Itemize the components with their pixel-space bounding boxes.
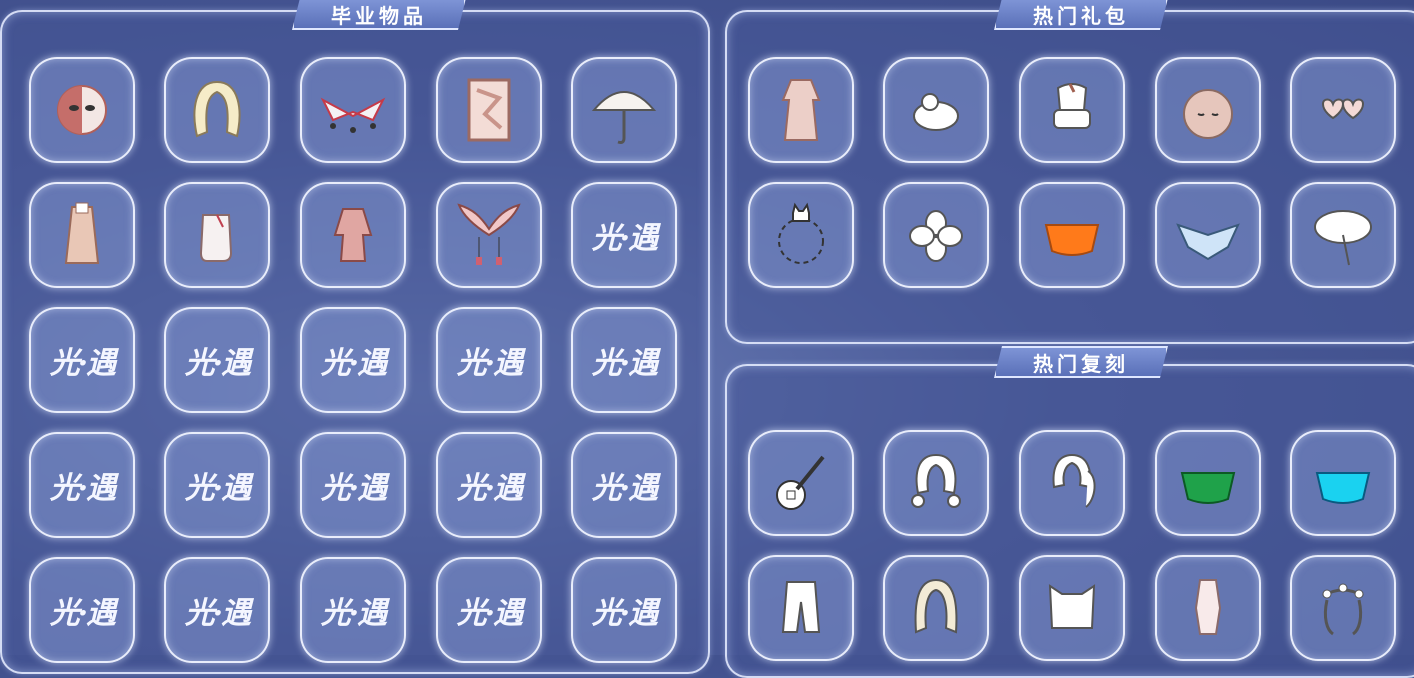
locked-placeholder-icon: 光·遇 [49, 346, 116, 381]
hat-icon [1053, 83, 1091, 129]
cat-halo-icon [778, 202, 824, 264]
locked-placeholder-icon: 光·遇 [184, 471, 251, 506]
graduation-item-slot[interactable] [571, 57, 677, 163]
graduation-item-slot-locked[interactable]: 光·遇 [164, 432, 270, 538]
rerun-item-slot[interactable] [1155, 555, 1261, 661]
locked-placeholder-icon: 光·遇 [591, 596, 658, 631]
locked-placeholder-icon: 光·遇 [320, 471, 387, 506]
cyan-cape-icon [1315, 472, 1371, 504]
locked-placeholder-icon: 光·遇 [591, 346, 658, 381]
graduation-item-slot-locked[interactable]: 光·遇 [571, 557, 677, 663]
outfit-icon [333, 208, 373, 262]
gift-item-slot[interactable] [883, 182, 989, 288]
gift-item-slot[interactable] [883, 57, 989, 163]
locked-placeholder-icon: 光·遇 [184, 346, 251, 381]
locked-placeholder-icon: 光·遇 [49, 471, 116, 506]
heart-glasses-icon [1321, 98, 1365, 120]
gift-item-slot[interactable] [1155, 182, 1261, 288]
rerun-item-slot[interactable] [748, 555, 854, 661]
gift-item-slot[interactable] [748, 57, 854, 163]
graduation-item-slot[interactable] [29, 182, 135, 288]
graduation-item-slot-locked[interactable]: 光·遇 [571, 432, 677, 538]
cape-icon [64, 202, 100, 264]
graduation-item-slot[interactable] [436, 182, 542, 288]
blue-cape-icon [1176, 223, 1240, 261]
green-cape-icon [1180, 472, 1236, 504]
ponytail-hair-icon [1052, 453, 1096, 508]
mask-icon [57, 85, 107, 135]
flower-crown-icon [1322, 583, 1364, 636]
locked-placeholder-icon: 光·遇 [591, 221, 658, 256]
graduation-item-slot-locked[interactable]: 光·遇 [300, 307, 406, 413]
locked-placeholder-icon: 光·遇 [456, 596, 523, 631]
cape-ornament-icon [320, 97, 386, 133]
locked-placeholder-icon: 光·遇 [49, 596, 116, 631]
long-hair-icon [193, 80, 241, 138]
graduation-item-slot[interactable] [164, 57, 270, 163]
graduation-item-slot-locked[interactable]: 光·遇 [300, 432, 406, 538]
graduation-item-slot-locked[interactable]: 光·遇 [164, 307, 270, 413]
graduation-item-slot-locked[interactable]: 光·遇 [164, 557, 270, 663]
locked-placeholder-icon: 光·遇 [320, 596, 387, 631]
graduation-item-slot-locked[interactable]: 光·遇 [29, 307, 135, 413]
graduation-item-slot[interactable] [164, 182, 270, 288]
orange-cape-icon [1044, 224, 1100, 256]
graduation-item-slot-locked[interactable]: 光·遇 [436, 557, 542, 663]
rerun-item-slot[interactable] [883, 555, 989, 661]
graduation-item-slot-locked[interactable]: 光·遇 [436, 432, 542, 538]
leaf-umbrella-icon [1314, 210, 1372, 266]
locked-placeholder-icon: 光·遇 [320, 346, 387, 381]
gift-item-slot[interactable] [1290, 57, 1396, 163]
card-icon [467, 78, 511, 142]
graduation-item-slot-locked[interactable]: 光·遇 [300, 557, 406, 663]
wings-headpiece-icon [457, 203, 521, 265]
gift-item-slot[interactable] [1019, 182, 1125, 288]
boots-icon [199, 214, 233, 262]
rerun-title: 热门复刻 [994, 346, 1168, 378]
locked-placeholder-icon: 光·遇 [591, 471, 658, 506]
rerun-item-slot[interactable] [1155, 430, 1261, 536]
graduation-item-slot-locked[interactable]: 光·遇 [29, 557, 135, 663]
gift-item-slot[interactable] [1155, 57, 1261, 163]
locked-placeholder-icon: 光·遇 [456, 471, 523, 506]
graduation-item-slot-locked[interactable]: 光·遇 [29, 432, 135, 538]
rerun-item-slot[interactable] [1019, 430, 1125, 536]
graduation-item-slot-locked[interactable]: 光·遇 [571, 307, 677, 413]
gift-item-slot[interactable] [748, 182, 854, 288]
locked-placeholder-icon: 光·遇 [184, 596, 251, 631]
graduation-item-slot[interactable] [436, 57, 542, 163]
gift-item-slot[interactable] [1290, 182, 1396, 288]
gifts-title: 热门礼包 [994, 0, 1168, 30]
cat-ear-hair-icon [1048, 584, 1096, 629]
robe-icon [781, 79, 821, 141]
rerun-item-slot[interactable] [883, 430, 989, 536]
small-outfit-icon [1194, 579, 1222, 635]
rerun-item-slot[interactable] [1019, 555, 1125, 661]
graduation-item-slot[interactable] [300, 182, 406, 288]
face-mask-icon [1183, 89, 1233, 139]
guitar-icon [776, 455, 825, 510]
cloud-prop-icon [913, 93, 959, 131]
rerun-item-slot[interactable] [1290, 430, 1396, 536]
gift-item-slot[interactable] [1019, 57, 1125, 163]
graduation-title: 毕业物品 [292, 0, 466, 30]
umbrella-icon [591, 91, 657, 144]
twin-bun-hair-icon [911, 453, 961, 508]
locked-placeholder-icon: 光·遇 [456, 346, 523, 381]
graduation-item-slot[interactable] [300, 57, 406, 163]
graduation-item-slot[interactable]: 光·遇 [571, 182, 677, 288]
graduation-item-slot-locked[interactable]: 光·遇 [436, 307, 542, 413]
graduation-item-slot[interactable] [29, 57, 135, 163]
pants-icon [781, 581, 821, 633]
wavy-hair-icon [914, 578, 958, 634]
clover-icon [909, 210, 963, 262]
rerun-item-slot[interactable] [1290, 555, 1396, 661]
rerun-item-slot[interactable] [748, 430, 854, 536]
